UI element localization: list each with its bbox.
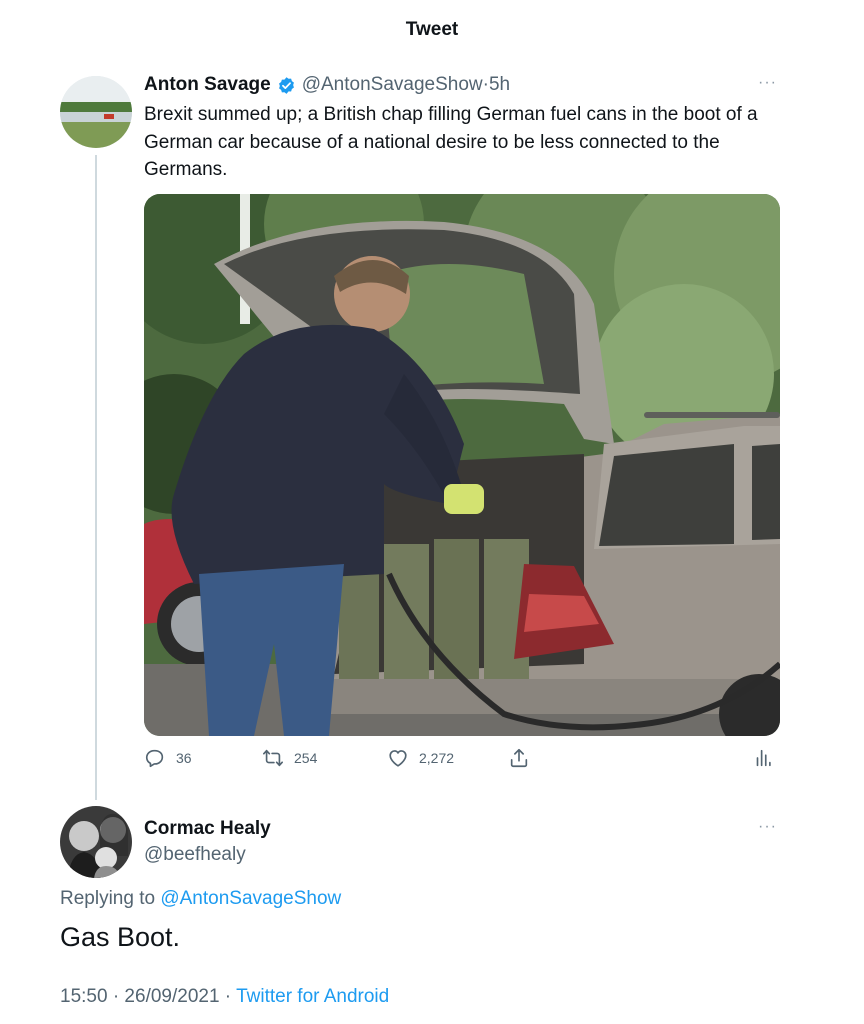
- tweet-actions: 36 254 2,272: [144, 747, 780, 773]
- timestamp[interactable]: 15:50 · 26/09/2021: [60, 986, 220, 1007]
- analytics-icon: [756, 749, 771, 767]
- more-options-icon[interactable]: ···: [758, 818, 777, 836]
- reply-author-name[interactable]: Cormac Healy: [144, 818, 271, 840]
- like-icon: [389, 750, 407, 767]
- retweet-count: 254: [294, 750, 318, 766]
- avatar-image: [60, 76, 132, 148]
- like-button[interactable]: 2,272: [387, 747, 454, 769]
- avatar[interactable]: [60, 76, 132, 148]
- replying-to: Replying to @AntonSavageShow: [60, 888, 341, 910]
- author-name[interactable]: Anton Savage: [144, 74, 271, 96]
- reply-button[interactable]: 36: [144, 747, 192, 769]
- avatar-image: [60, 806, 132, 878]
- tweet-meta: 15:50 · 26/09/2021 · Twitter for Android: [60, 986, 389, 1008]
- tweet-header: Anton Savage @AntonSavageShow · 5h: [144, 74, 510, 96]
- share-icon: [510, 748, 528, 768]
- reply-icon: [145, 749, 164, 768]
- verified-badge-icon: [277, 76, 296, 95]
- tweet-text: Brexit summed up; a British chap filling…: [144, 104, 758, 180]
- thread-line: [95, 155, 97, 800]
- reply-author-handle[interactable]: @beefhealy: [144, 844, 246, 866]
- source-link[interactable]: Twitter for Android: [236, 986, 389, 1007]
- separator: ·: [219, 986, 237, 1007]
- photo-illustration: [144, 194, 780, 736]
- replying-to-link[interactable]: @AntonSavageShow: [160, 888, 341, 909]
- avatar[interactable]: [60, 806, 132, 878]
- reply-text: Gas Boot.: [60, 922, 181, 952]
- author-handle[interactable]: @AntonSavageShow: [302, 74, 483, 96]
- like-count: 2,272: [419, 750, 455, 766]
- retweet-button[interactable]: 254: [262, 747, 317, 769]
- tweet-photo[interactable]: [144, 194, 780, 736]
- reply-count: 36: [176, 750, 192, 766]
- retweet-icon: [263, 749, 283, 767]
- tweet-age[interactable]: 5h: [489, 74, 510, 96]
- page-title: Tweet: [405, 19, 459, 40]
- more-options-icon[interactable]: ···: [758, 74, 777, 92]
- replying-prefix: Replying to: [60, 888, 161, 909]
- analytics-button[interactable]: [752, 747, 784, 769]
- share-button[interactable]: [508, 747, 540, 769]
